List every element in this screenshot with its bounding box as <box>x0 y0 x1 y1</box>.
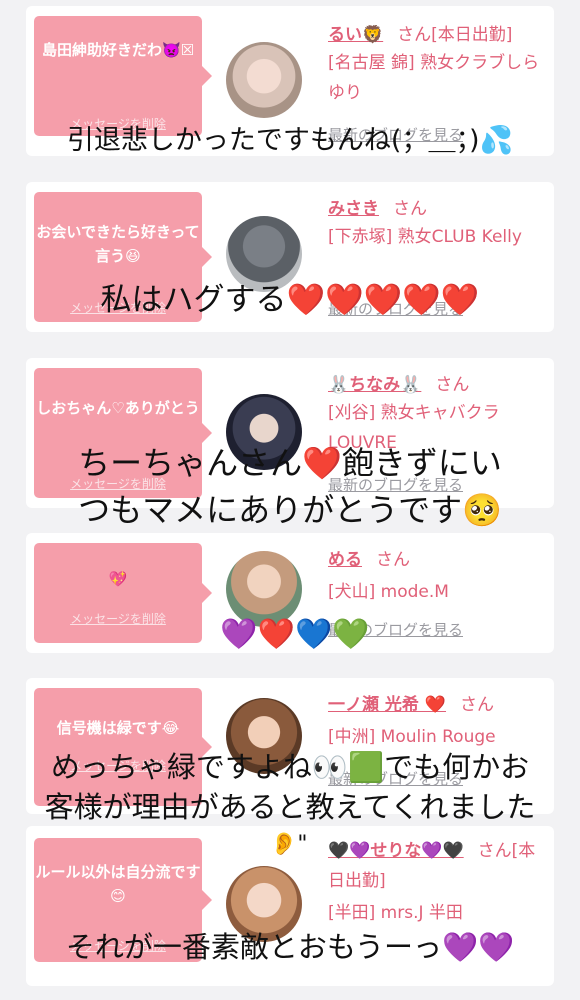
cast-name-row: 🖤💜せりな💜🖤 さん[本日出勤] <box>328 836 548 896</box>
cast-name-row: める さん <box>328 545 410 570</box>
overlay-caption: 👂" <box>270 832 308 857</box>
favorite-card: しおちゃん♡ありがとう メッセージを削除 🐰ちなみ🐰 さん [刈谷] 熟女キャバク… <box>26 358 554 508</box>
overlay-caption: めっちゃ緑ですよね👀🟩でも何かお <box>50 750 530 784</box>
message-bubble: 島田紳助好きだわ👿☒ メッセージを削除 <box>34 16 212 136</box>
cast-name-row: 🐰ちなみ🐰 さん <box>328 370 469 395</box>
delete-message-link[interactable]: メッセージを削除 <box>34 607 202 631</box>
cast-name-link[interactable]: 🖤💜せりな💜🖤 <box>328 841 464 861</box>
overlay-caption: つもマメにありがとうです🥺 <box>78 491 502 529</box>
cast-name-link[interactable]: める <box>328 550 362 570</box>
message-text: 島田紳助好きだわ👿☒ <box>41 41 195 59</box>
shop-info: [中洲] Moulin Rouge <box>328 727 496 747</box>
honorific: さん <box>393 199 427 219</box>
overlay-caption: 引退悲しかったですもんね(；＿；)💦 <box>66 125 514 156</box>
cast-name-link[interactable]: 🐰ちなみ🐰 <box>328 375 421 395</box>
cast-name-link[interactable]: みさき <box>328 199 379 219</box>
shop-info: [半田] mrs.J 半田 <box>328 903 463 923</box>
avatar[interactable] <box>226 42 302 118</box>
honorific: さん <box>376 550 410 570</box>
cast-name-link[interactable]: るい🦁 <box>328 25 383 45</box>
overlay-emoji-hearts: 💜❤️💙💚 <box>220 617 370 652</box>
cast-name-link[interactable]: 一ノ瀬 光希 ❤️ <box>328 695 446 715</box>
message-text: お会いできたら好きって言う😆 <box>36 223 200 265</box>
overlay-caption: 私はハグする❤️❤️❤️❤️❤️ <box>100 282 480 318</box>
status-badge: [本日出勤] <box>431 25 513 45</box>
avatar[interactable] <box>226 216 302 292</box>
honorific: さん <box>435 375 470 395</box>
message-text: 💖 <box>108 570 128 588</box>
message-text: しおちゃん♡ありがとう <box>36 399 200 417</box>
shop-info: [下赤塚] 熟女CLUB Kelly <box>328 227 522 247</box>
message-bubble: 💖 メッセージを削除 <box>34 543 212 643</box>
shop-info: [名古屋 錦] 熟女クラブしらゆり <box>328 53 540 103</box>
message-bubble: 信号機は緑です😂 メッセージを削除 <box>34 688 212 806</box>
overlay-caption: 客様が理由があると教えてくれました <box>44 790 536 824</box>
shop-info: [犬山] mode.M <box>328 582 449 602</box>
honorific: さん <box>460 695 495 715</box>
cast-name-row: るい🦁 さん[本日出勤] <box>328 20 512 45</box>
overlay-caption: それが一番素敵とおもうーっ💜💜 <box>65 930 515 964</box>
cast-name-row: みさき さん <box>328 194 427 219</box>
avatar[interactable] <box>226 551 302 627</box>
cast-name-row: 一ノ瀬 光希 ❤️ さん <box>328 690 494 715</box>
honorific: さん <box>397 25 432 45</box>
overlay-caption: ちーちゃんさん❤️飽きずにい <box>78 444 502 482</box>
honorific: さん <box>477 841 512 861</box>
message-text: ルール以外は自分流です😊 <box>35 863 201 905</box>
message-text: 信号機は緑です😂 <box>56 719 180 737</box>
